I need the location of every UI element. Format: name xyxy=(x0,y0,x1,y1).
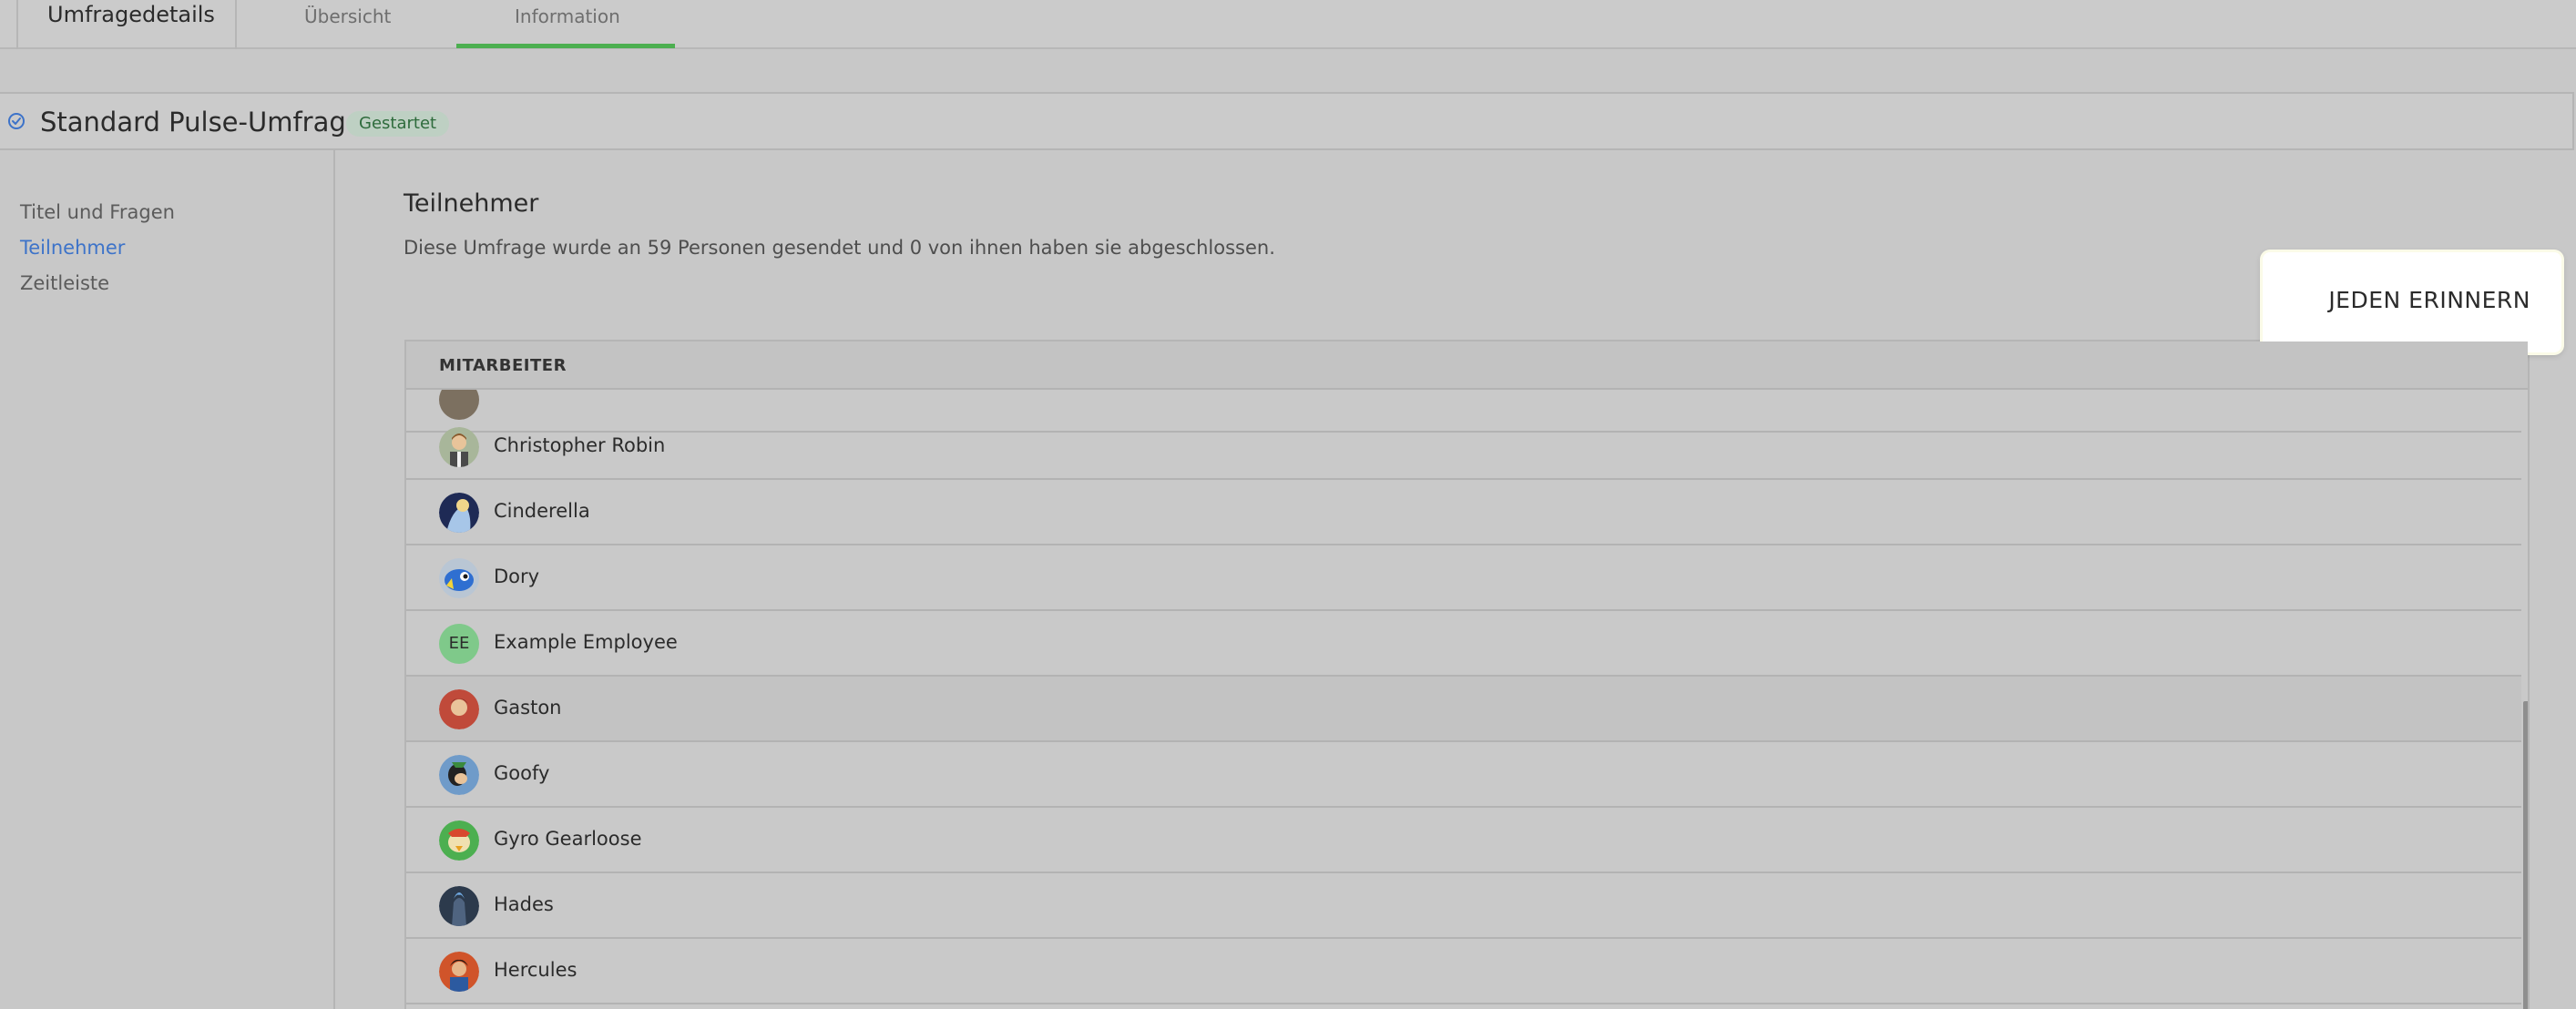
employee-name: Goofy xyxy=(494,762,550,784)
employee-name: Hades xyxy=(494,893,554,915)
remind-everyone-button[interactable]: JEDEN ERINNERN xyxy=(2263,252,2561,352)
status-badge: Gestartet xyxy=(346,111,450,137)
table-row[interactable]: EE Example Employee xyxy=(406,611,2521,677)
avatar xyxy=(439,493,479,533)
employee-name: Cinderella xyxy=(494,500,590,522)
active-tab-indicator xyxy=(456,44,675,48)
check-circle-icon xyxy=(8,113,25,129)
table-row[interactable]: Hades xyxy=(406,873,2521,939)
table-row[interactable]: Hercules xyxy=(406,939,2521,1004)
avatar xyxy=(439,427,479,467)
avatar xyxy=(439,886,479,926)
employee-name: Gyro Gearloose xyxy=(494,828,642,850)
column-header-mitarbeiter: MITARBEITER xyxy=(439,356,567,375)
employee-name: Dory xyxy=(494,566,540,587)
table-header: MITARBEITER xyxy=(406,341,2528,390)
participants-table: MITARBEITER Christopher Robin Cinderella xyxy=(404,340,2530,1009)
page-title-box: Umfragedetails xyxy=(16,0,237,49)
survey-header: Standard Pulse-Umfrage Gestartet xyxy=(0,92,2574,150)
remind-everyone-label: JEDEN ERINNERN xyxy=(2328,287,2530,313)
table-row[interactable]: Cinderella xyxy=(406,480,2521,545)
section-nav: Titel und Fragen Teilnehmer Zeitleiste xyxy=(0,150,335,1009)
section-description: Diese Umfrage wurde an 59 Personen gesen… xyxy=(404,237,1275,259)
employee-name: Hercules xyxy=(494,959,578,981)
avatar xyxy=(439,952,479,992)
nav-item-teilnehmer[interactable]: Teilnehmer xyxy=(20,237,125,259)
table-row[interactable]: Christopher Robin xyxy=(406,414,2521,480)
table-row[interactable]: Gyro Gearloose xyxy=(406,808,2521,873)
section-title: Teilnehmer xyxy=(404,189,539,218)
employee-name: Example Employee xyxy=(494,631,678,653)
table-row[interactable]: Goofy xyxy=(406,742,2521,808)
avatar xyxy=(439,558,479,598)
employee-name: Gaston xyxy=(494,697,562,719)
nav-item-zeitleiste[interactable]: Zeitleiste xyxy=(20,272,109,294)
nav-item-titel-und-fragen[interactable]: Titel und Fragen xyxy=(20,201,175,223)
table-row[interactable]: Dory xyxy=(406,545,2521,611)
avatar xyxy=(439,689,479,729)
top-tab-bar: Umfragedetails Übersicht Information xyxy=(0,0,2576,49)
survey-title: Standard Pulse-Umfrage xyxy=(40,107,363,138)
avatar xyxy=(439,820,479,861)
avatar xyxy=(439,755,479,795)
employee-name: Christopher Robin xyxy=(494,434,666,456)
table-scrollbar[interactable] xyxy=(2523,701,2528,1009)
table-row[interactable]: Gaston xyxy=(406,677,2521,742)
tab-ubersicht[interactable]: Übersicht xyxy=(304,5,391,27)
tab-information[interactable]: Information xyxy=(515,5,620,27)
page-title: Umfragedetails xyxy=(47,2,215,27)
avatar-initials: EE xyxy=(439,624,479,664)
